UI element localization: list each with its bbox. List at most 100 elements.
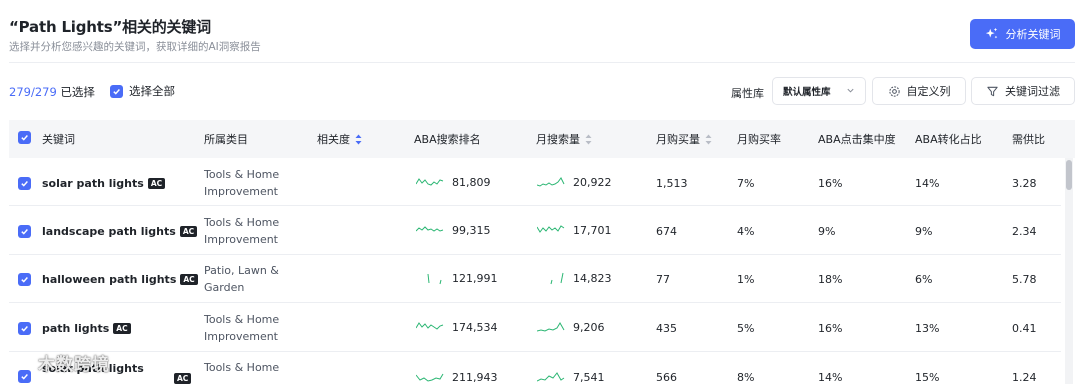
column-relevance[interactable]: 相关度 bbox=[317, 131, 362, 147]
keyword-cell[interactable]: path lights AC bbox=[42, 322, 131, 335]
select-all-checkbox[interactable]: 选择全部 bbox=[110, 83, 175, 99]
monthly-search-value: 7,541 bbox=[573, 370, 605, 384]
keyword-cell[interactable]: halloween path lights AC bbox=[42, 273, 198, 286]
selection-count-label: 已选择 bbox=[60, 85, 95, 99]
aba-rank-value: 81,809 bbox=[452, 175, 491, 189]
category-line: Patio, Lawn & bbox=[204, 264, 279, 277]
category-line: Improvement bbox=[204, 330, 278, 343]
keyword-text: solar path lights bbox=[42, 177, 144, 190]
custom-columns-button[interactable]: 自定义列 bbox=[872, 77, 966, 105]
monthly-search-cell: 20,922 bbox=[537, 175, 612, 189]
category-cell: Patio, Lawn & Garden bbox=[204, 262, 304, 296]
aba-click-value: 18% bbox=[818, 273, 843, 286]
aba-rank-value: 121,991 bbox=[452, 271, 498, 285]
keyword-cell[interactable]: solar path lights AC bbox=[42, 177, 166, 190]
selection-count-number: 279/279 bbox=[9, 85, 57, 99]
monthly-purchase-value: 435 bbox=[656, 322, 677, 335]
category-line: Tools & Home bbox=[204, 216, 280, 229]
ac-badge: AC bbox=[174, 373, 192, 384]
monthly-search-value: 9,206 bbox=[573, 320, 605, 334]
custom-columns-label: 自定义列 bbox=[906, 85, 951, 98]
row-checkbox[interactable] bbox=[18, 177, 31, 191]
demand-supply-value: 1.24 bbox=[1012, 371, 1037, 384]
header-divider bbox=[9, 62, 1075, 63]
column-monthly-purchase[interactable]: 月购买量 bbox=[656, 131, 712, 147]
purchase-rate-value: 1% bbox=[737, 273, 755, 286]
ac-badge: AC bbox=[113, 323, 131, 334]
table-row[interactable] bbox=[9, 158, 1061, 206]
aba-rank-value: 211,943 bbox=[452, 370, 498, 384]
analyze-keywords-label: 分析关键词 bbox=[1005, 28, 1061, 41]
page-subtitle: 选择并分析您感兴趣的关键词，获取详细的AI洞察报告 bbox=[9, 41, 261, 53]
checkbox-checked-icon bbox=[18, 273, 31, 286]
column-aba-conversion: ABA转化占比 bbox=[915, 133, 982, 146]
watermark-logo-icon bbox=[8, 353, 32, 369]
row-checkbox[interactable] bbox=[18, 225, 31, 239]
monthly-purchase-value: 1,513 bbox=[656, 177, 688, 190]
demand-supply-value: 2.34 bbox=[1012, 225, 1037, 238]
column-monthly-search-label: 月搜索量 bbox=[536, 133, 580, 146]
checkbox-checked-icon bbox=[18, 177, 31, 190]
keyword-filter-button[interactable]: 关键词过滤 bbox=[971, 77, 1075, 105]
settings-gear-icon bbox=[888, 85, 900, 97]
monthly-search-cell: 9,206 bbox=[537, 320, 605, 334]
vertical-scrollbar[interactable] bbox=[1065, 158, 1073, 384]
library-select-value: 默认属性库 bbox=[783, 87, 831, 98]
keyword-filter-label: 关键词过滤 bbox=[1005, 85, 1060, 98]
keyword-text: path lights bbox=[42, 322, 110, 335]
scrollbar-thumb[interactable] bbox=[1066, 160, 1072, 190]
sparkline bbox=[537, 225, 565, 233]
purchase-rate-value: 4% bbox=[737, 225, 755, 238]
aba-conversion-value: 9% bbox=[915, 225, 933, 238]
aba-rank-cell: 81,809 bbox=[416, 175, 491, 189]
checkbox-checked-icon bbox=[18, 131, 31, 144]
sparkline bbox=[416, 178, 444, 186]
ac-badge: AC bbox=[180, 274, 198, 285]
page-title: “Path Lights”相关的关键词 bbox=[9, 18, 211, 36]
aba-rank-value: 174,534 bbox=[452, 320, 498, 334]
sparkle-icon bbox=[985, 27, 997, 39]
monthly-purchase-value: 566 bbox=[656, 371, 677, 384]
sparkline bbox=[550, 272, 564, 285]
aba-rank-value: 99,315 bbox=[452, 223, 491, 237]
table-row[interactable] bbox=[9, 304, 1061, 352]
chevron-down-icon bbox=[847, 88, 854, 93]
analyze-keywords-button[interactable]: 分析关键词 bbox=[970, 19, 1075, 49]
column-aba-click: ABA点击集中度 bbox=[818, 133, 896, 146]
sparkline bbox=[416, 373, 444, 382]
column-aba-rank: ABA搜索排名 bbox=[414, 133, 481, 146]
column-monthly-search[interactable]: 月搜索量 bbox=[536, 131, 592, 147]
monthly-search-cell: 17,701 bbox=[537, 223, 612, 237]
library-select[interactable]: 默认属性库 bbox=[772, 77, 866, 105]
keyword-text: landscape path lights bbox=[42, 225, 176, 238]
aba-rank-cell: 211,943 bbox=[416, 370, 498, 384]
library-label: 属性库 bbox=[731, 87, 764, 100]
column-category: 所属类目 bbox=[204, 133, 248, 146]
filter-icon bbox=[987, 86, 998, 96]
monthly-search-cell: 14,823 bbox=[537, 271, 612, 285]
sparkline bbox=[416, 322, 444, 330]
sort-icon[interactable] bbox=[705, 134, 712, 145]
ac-badge: AC bbox=[179, 226, 198, 237]
sort-icon[interactable] bbox=[355, 134, 362, 145]
monthly-search-cell: 7,541 bbox=[537, 370, 605, 384]
demand-supply-value: 3.28 bbox=[1012, 177, 1037, 190]
row-checkbox[interactable] bbox=[18, 273, 31, 287]
category-line: Improvement bbox=[204, 233, 278, 246]
keyword-cell[interactable]: landscape path lights AC bbox=[42, 225, 198, 238]
monthly-purchase-value: 674 bbox=[656, 225, 677, 238]
column-demand-supply: 需供比 bbox=[1012, 133, 1045, 146]
demand-supply-value: 0.41 bbox=[1012, 322, 1037, 335]
demand-supply-value: 5.78 bbox=[1012, 273, 1037, 286]
aba-click-value: 16% bbox=[818, 177, 843, 190]
purchase-rate-value: 8% bbox=[737, 371, 755, 384]
checkbox-checked-icon bbox=[18, 225, 31, 238]
row-checkbox[interactable] bbox=[18, 322, 31, 336]
header-select-checkbox[interactable] bbox=[18, 131, 31, 144]
category-line: Improvement bbox=[204, 185, 278, 198]
selection-count: 279/279 已选择 bbox=[9, 84, 95, 100]
purchase-rate-value: 5% bbox=[737, 322, 755, 335]
sort-icon[interactable] bbox=[585, 134, 592, 145]
aba-rank-cell: 99,315 bbox=[416, 223, 491, 237]
category-cell: Tools & Home Improvement bbox=[204, 166, 304, 200]
